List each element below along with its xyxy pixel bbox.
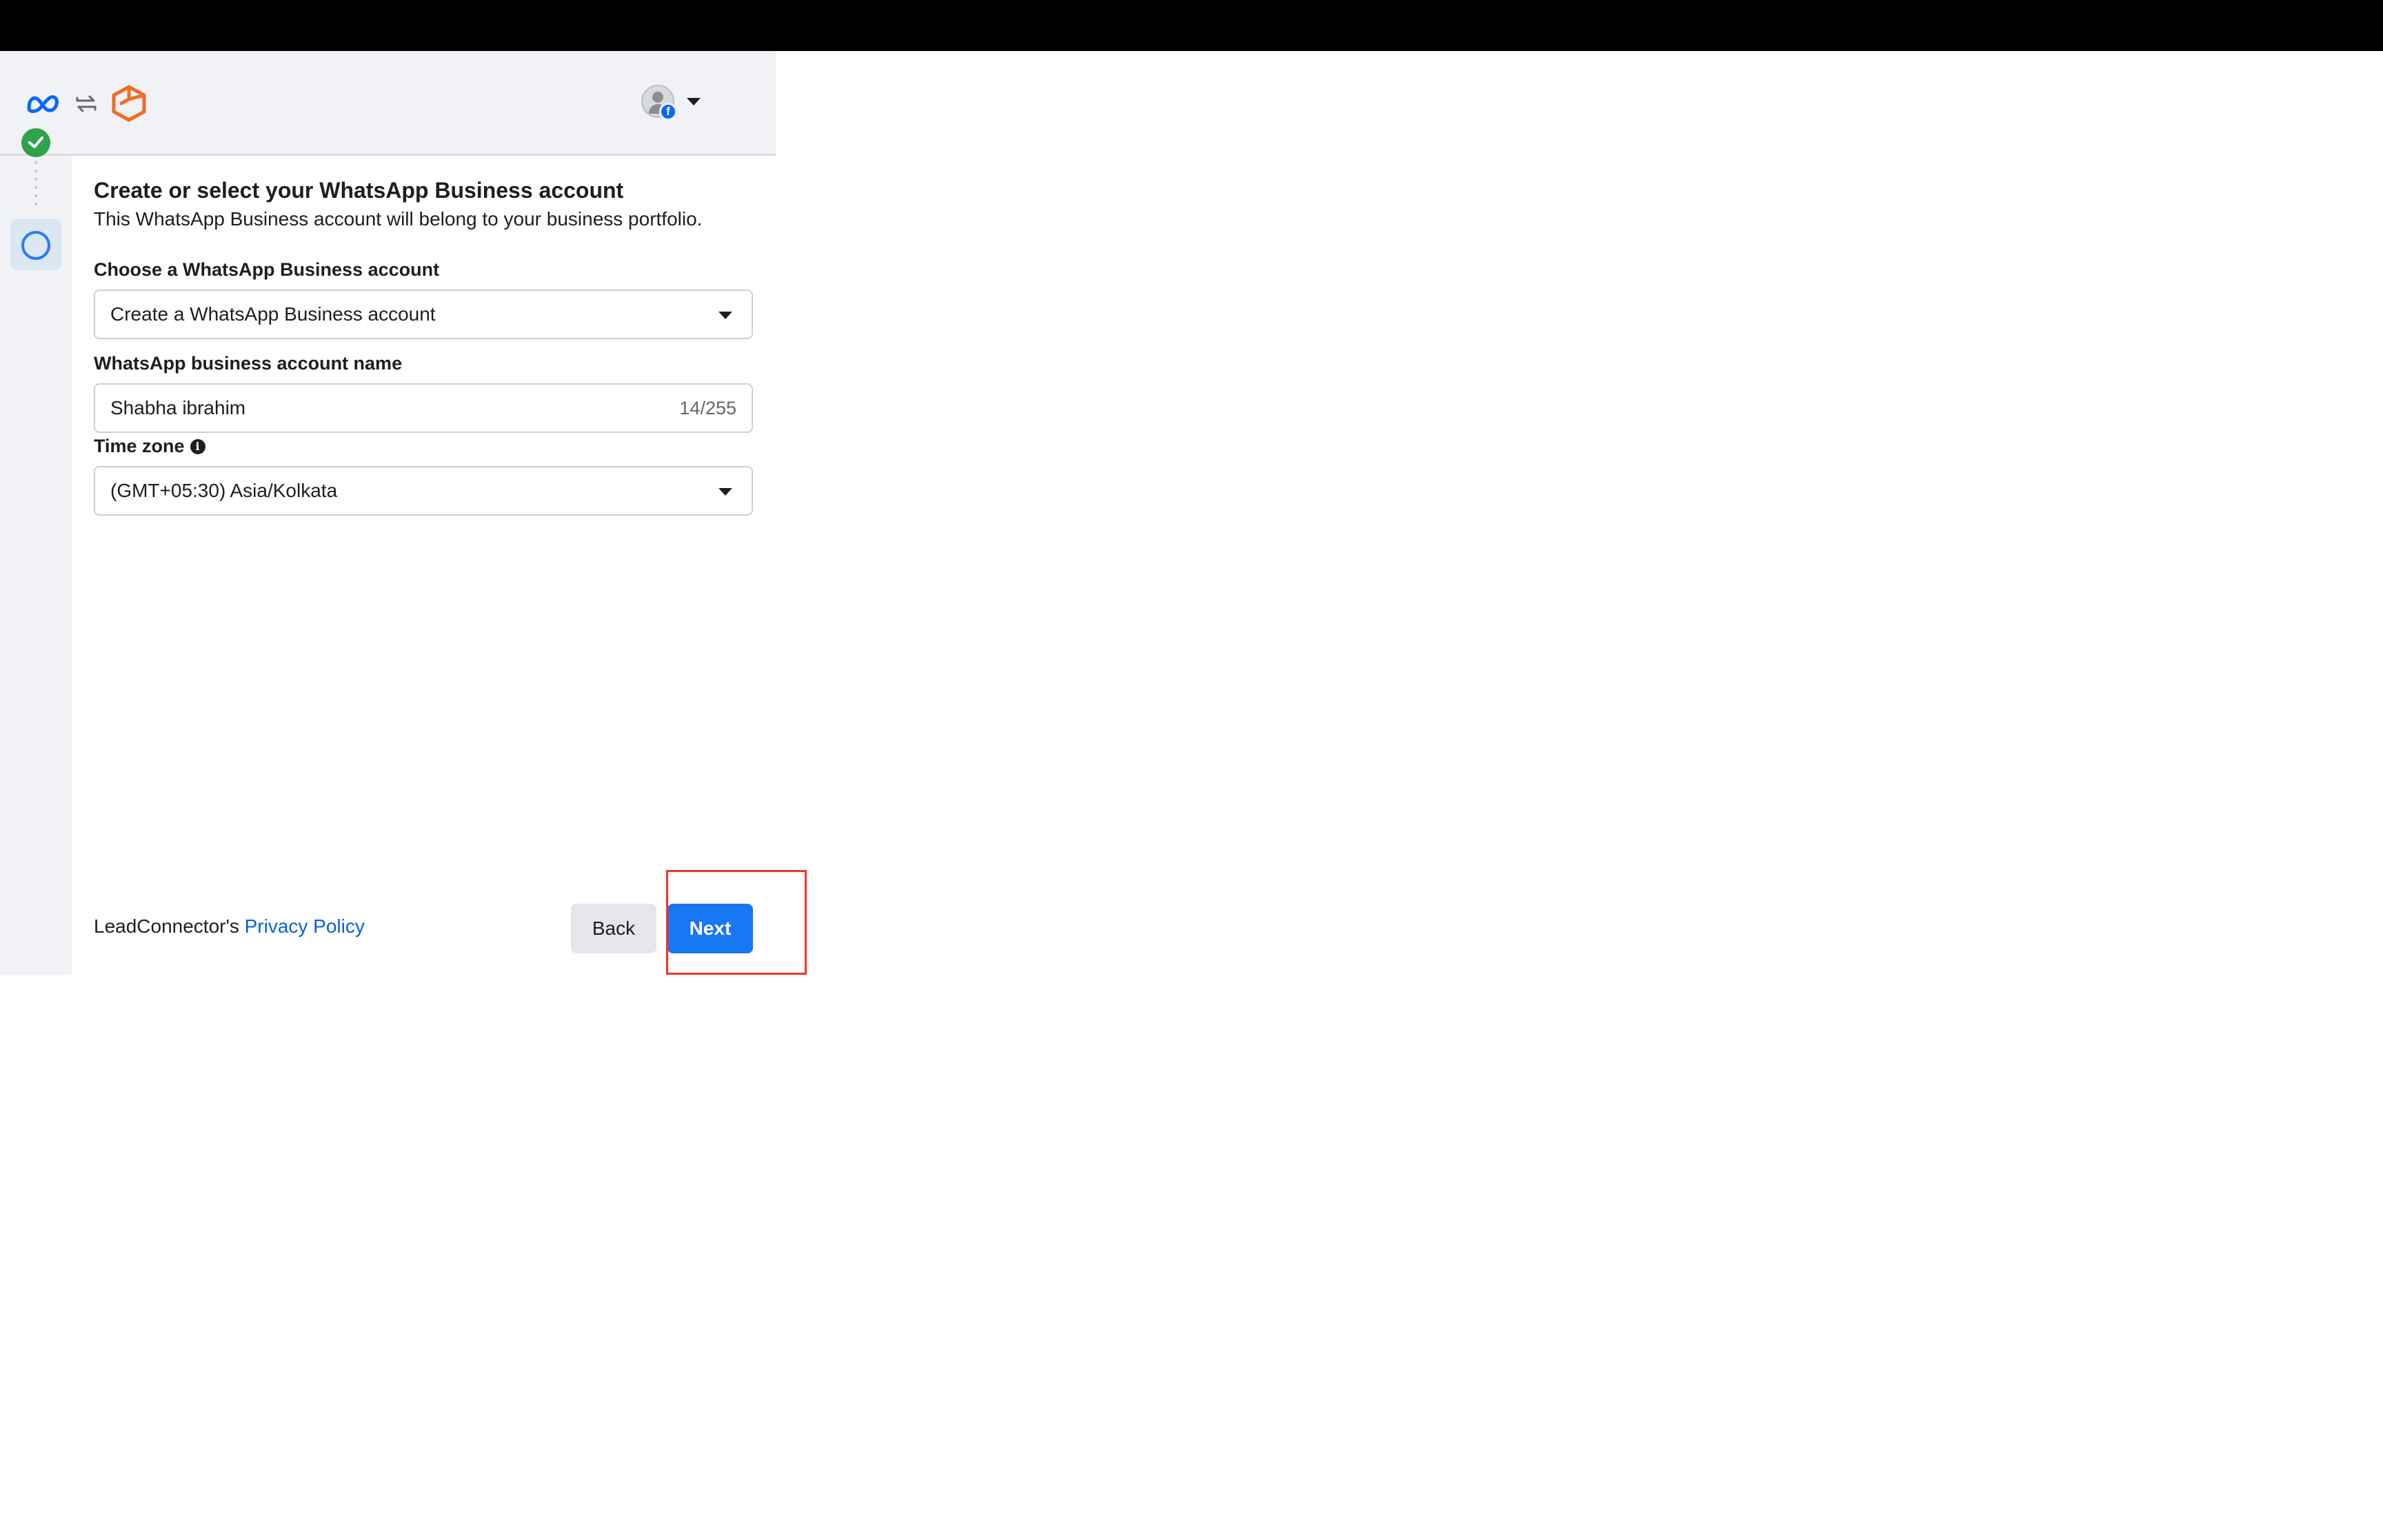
account-switcher[interactable]: f: [641, 85, 701, 121]
account-name-input[interactable]: Shabha ibrahim 14/255: [94, 383, 753, 433]
account-select-value: Create a WhatsApp Business account: [110, 303, 436, 325]
page-subtitle: This WhatsApp Business account will belo…: [94, 208, 703, 230]
time-zone-dropdown[interactable]: (GMT+05:30) Asia/Kolkata: [94, 466, 753, 516]
info-icon[interactable]: i: [190, 438, 205, 454]
account-select-dropdown[interactable]: Create a WhatsApp Business account: [94, 290, 753, 339]
step-connector: [34, 161, 37, 211]
popup-header: f: [0, 51, 776, 156]
privacy-footer: LeadConnector's Privacy Policy: [94, 915, 365, 938]
progress-stepper: [0, 156, 72, 975]
sync-arrows-icon: [73, 92, 99, 115]
time-zone-value: (GMT+05:30) Asia/Kolkata: [110, 480, 338, 501]
page-title: Create or select your WhatsApp Business …: [94, 178, 624, 203]
account-select-label-text: Choose a WhatsApp Business account: [94, 259, 440, 280]
account-name-value: Shabha ibrahim: [110, 397, 246, 418]
account-select-label: Choose a WhatsApp Business account: [94, 259, 439, 281]
circle-icon: [21, 231, 50, 260]
account-name-label: WhatsApp business account name: [94, 353, 402, 374]
account-name-label-text: WhatsApp business account name: [94, 353, 403, 374]
time-zone-label: Time zone i: [94, 436, 205, 457]
step-complete-check-icon: [21, 128, 50, 157]
time-zone-label-text: Time zone: [94, 436, 185, 456]
back-button[interactable]: Back: [571, 904, 656, 953]
leadconnector-logo: [110, 84, 148, 123]
character-counter: 14/255: [679, 398, 736, 418]
step-current: [10, 219, 61, 270]
chevron-down-icon[interactable]: [687, 97, 701, 105]
top-black-bar: [0, 0, 2383, 51]
policy-prefix: LeadConnector's: [94, 915, 239, 937]
chevron-down-icon: [718, 312, 732, 319]
facebook-badge-icon: f: [659, 103, 677, 121]
next-button[interactable]: Next: [667, 904, 753, 953]
chevron-down-icon: [718, 488, 732, 496]
avatar[interactable]: f: [641, 85, 677, 121]
privacy-policy-link[interactable]: Privacy Policy: [245, 915, 365, 937]
avatar-person-head: [652, 92, 663, 103]
meta-logo: [26, 93, 62, 114]
brand-logos: [26, 84, 148, 123]
